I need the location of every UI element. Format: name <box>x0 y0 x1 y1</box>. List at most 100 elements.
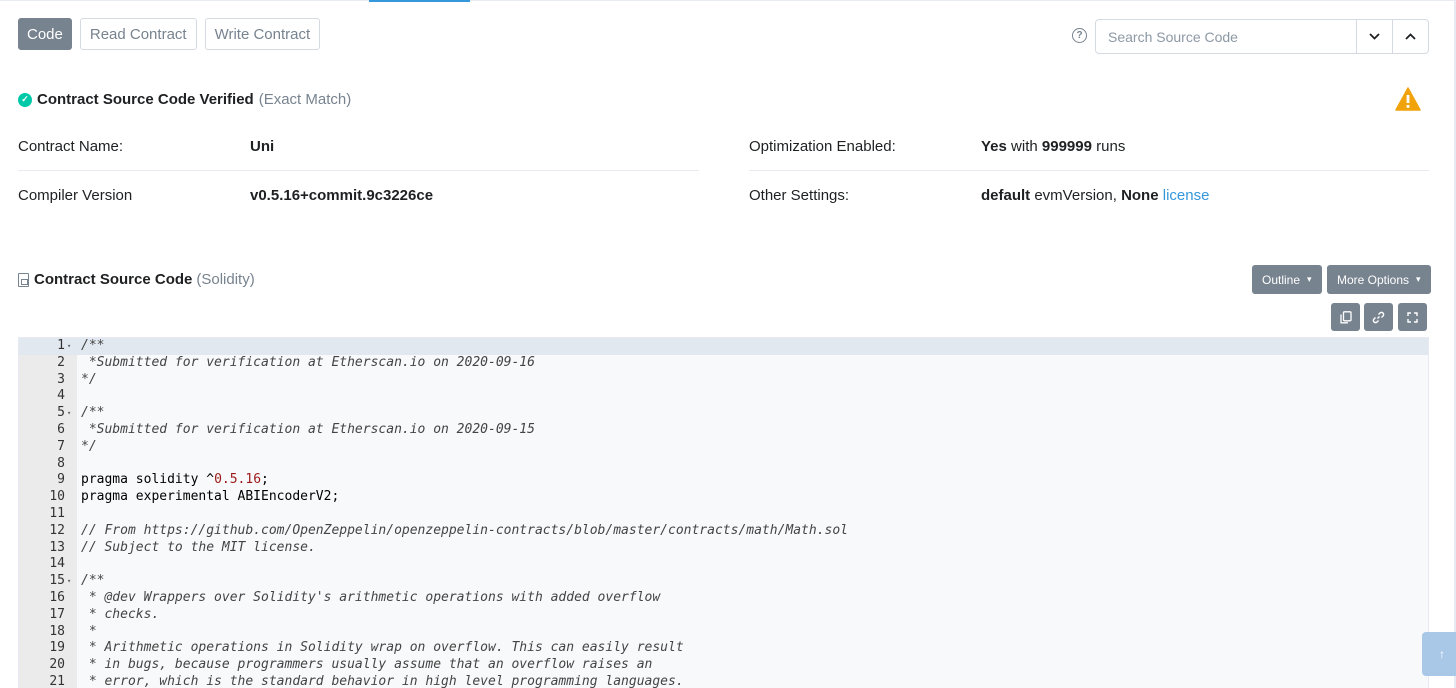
optimization-runs-suffix: runs <box>1096 138 1126 155</box>
license-link[interactable]: license <box>1163 187 1210 204</box>
line-number: 19 <box>49 640 65 656</box>
code-token: ; <box>261 472 269 488</box>
code-text: * error, which is the standard behavior … <box>81 674 684 688</box>
code-line: 15 ▾ /** <box>19 573 1428 590</box>
link-icon <box>1372 311 1385 323</box>
code-line: 17 * checks. <box>19 607 1428 624</box>
verified-match: (Exact Match) <box>258 91 352 108</box>
optimization-runs: 999999 <box>1041 138 1092 155</box>
contract-name-value: Uni <box>250 138 275 155</box>
code-text: * <box>81 623 97 639</box>
search-prev-button[interactable] <box>1392 20 1428 53</box>
code-text: /** <box>81 405 105 421</box>
code-line: 1 ▾ /** <box>19 338 1428 355</box>
tab-code[interactable]: Code <box>18 18 72 50</box>
code-line: 18 * <box>19 624 1428 641</box>
code-line: 5 ▾ /** <box>19 405 1428 422</box>
divider <box>18 170 699 171</box>
code-text: * checks. <box>81 606 160 622</box>
optimization-with: with <box>1011 138 1038 155</box>
line-number: 17 <box>49 606 65 622</box>
more-options-label: More Options <box>1337 272 1410 287</box>
contract-name-label: Contract Name: <box>18 138 124 155</box>
code-text: // Subject to the MIT license. <box>81 539 316 555</box>
line-number: 3 <box>57 371 65 387</box>
source-language: (Solidity) <box>196 271 255 288</box>
source-code-editor[interactable]: 1 ▾/** 2 *Submitted for verification at Et… <box>18 337 1429 688</box>
fold-toggle-icon[interactable]: ▾ <box>67 405 71 422</box>
source-code-heading: Contract Source Code (Solidity) <box>18 271 255 288</box>
top-border <box>0 0 1456 1</box>
fold-toggle-icon[interactable]: ▾ <box>67 338 71 355</box>
code-line: 14 <box>19 556 1428 573</box>
optimization-yes: Yes <box>981 138 1007 155</box>
code-text: *Submitted for verification at Etherscan… <box>81 354 535 370</box>
optimization-label: Optimization Enabled: <box>749 138 896 155</box>
code-text: pragma experimental ABIEncoderV2; <box>81 489 340 505</box>
line-number: 12 <box>49 522 65 538</box>
verified-title: Contract Source Code Verified <box>37 91 254 108</box>
code-line: 4 <box>19 388 1428 405</box>
chevron-up-icon <box>1405 33 1416 40</box>
code-text: */ <box>81 371 97 387</box>
code-line: 12 // From https://github.com/OpenZeppeli… <box>19 523 1428 540</box>
code-line: 6 *Submitted for verification at Ethersc… <box>19 422 1428 439</box>
line-number: 8 <box>57 455 65 471</box>
scroll-to-top-button[interactable]: ↑ <box>1422 632 1456 676</box>
code-text: /** <box>81 573 105 589</box>
file-code-icon <box>18 272 29 287</box>
help-icon[interactable]: ? <box>1072 28 1087 43</box>
outline-label: Outline <box>1262 272 1301 287</box>
code-line: 11 <box>19 506 1428 523</box>
more-options-button[interactable]: More Options ▾ <box>1327 265 1431 294</box>
evm-default: default <box>981 187 1031 204</box>
warning-icon[interactable] <box>1395 87 1421 111</box>
active-tab-indicator <box>369 0 470 2</box>
code-line: 16 * @dev Wrappers over Solidity's arith… <box>19 590 1428 607</box>
line-number: 13 <box>49 539 65 555</box>
permalink-button[interactable] <box>1364 303 1393 331</box>
search-next-button[interactable] <box>1356 20 1392 53</box>
code-text: * in bugs, because programmers usually a… <box>81 657 653 673</box>
search-source-input[interactable] <box>1096 20 1356 53</box>
line-number: 9 <box>57 472 65 488</box>
code-line: 2 *Submitted for verification at Ethersc… <box>19 355 1428 372</box>
copy-button[interactable] <box>1331 303 1360 331</box>
line-number: 5 <box>57 405 65 421</box>
check-circle-icon: ✓ <box>18 92 32 107</box>
line-number: 10 <box>49 489 65 505</box>
code-tabs: Code Read Contract Write Contract <box>18 18 321 50</box>
caret-down-icon: ▾ <box>1416 274 1421 284</box>
line-number: 6 <box>57 422 65 437</box>
copy-icon <box>1339 310 1352 323</box>
line-number: 21 <box>49 674 65 688</box>
line-number: 14 <box>49 556 65 572</box>
source-title: Contract Source Code <box>34 271 193 288</box>
outline-button[interactable]: Outline ▾ <box>1252 265 1322 294</box>
code-text: * @dev Wrappers over Solidity's arithmet… <box>81 590 661 605</box>
line-number: 20 <box>49 657 65 673</box>
code-text: pragma solidity ^0.5.16; <box>81 472 269 489</box>
code-line: 19 * Arithmetic operations in Solidity w… <box>19 640 1428 657</box>
evm-version-text: evmVersion, <box>1034 187 1117 204</box>
fold-toggle-icon[interactable]: ▾ <box>67 573 71 590</box>
line-number: 11 <box>49 506 65 521</box>
code-token: pragma solidity ^ <box>81 472 215 488</box>
divider <box>749 170 1429 171</box>
tab-read-contract[interactable]: Read Contract <box>79 18 197 50</box>
version-number: 0.5.16 <box>214 472 262 488</box>
code-text: // From https://github.com/OpenZeppelin/… <box>81 522 849 538</box>
code-text: *Submitted for verification at Etherscan… <box>81 422 535 437</box>
code-line: 9 pragma solidity ^0.5.16; <box>19 472 1428 489</box>
arrow-up-icon: ↑ <box>1439 647 1445 661</box>
line-number: 4 <box>57 388 65 404</box>
tab-write-contract[interactable]: Write Contract <box>204 18 321 50</box>
verified-status: ✓ Contract Source Code Verified (Exact M… <box>18 91 351 108</box>
code-line: 7 */ <box>19 439 1428 456</box>
code-line: 10 pragma experimental ABIEncoderV2; <box>19 489 1428 506</box>
code-line: 21 * error, which is the standard behavi… <box>19 674 1428 688</box>
line-number: 15 <box>49 573 65 589</box>
code-line: 3 */ <box>19 372 1428 389</box>
fullscreen-button[interactable] <box>1398 303 1427 331</box>
expand-icon <box>1407 311 1418 323</box>
